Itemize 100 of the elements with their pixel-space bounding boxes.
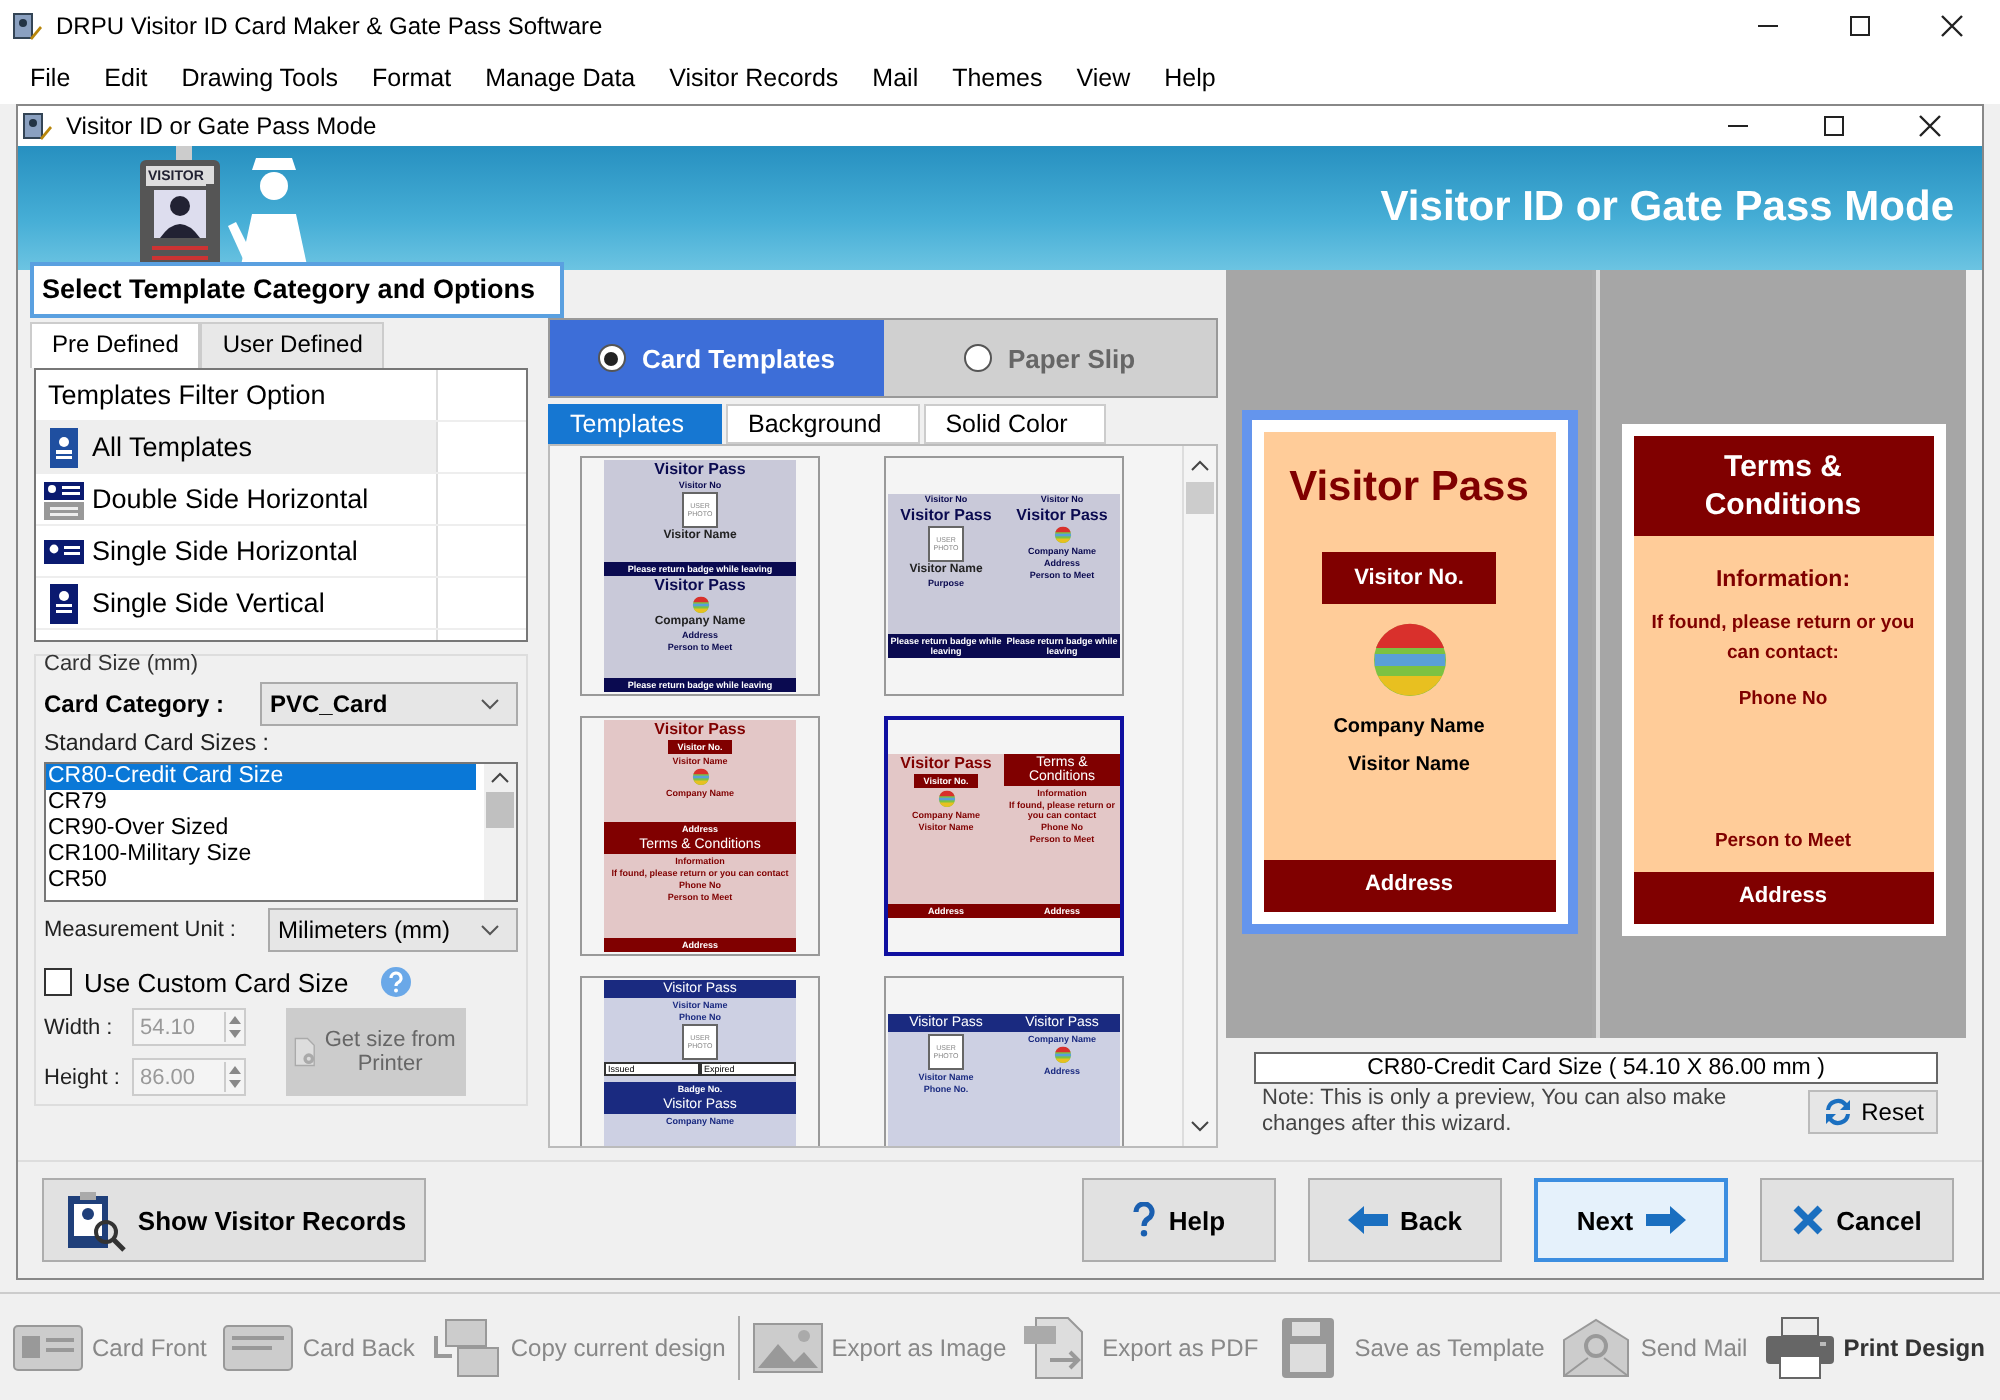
card-text: Company Name	[1333, 716, 1485, 738]
next-button[interactable]: Next	[1534, 1178, 1728, 1262]
arrow-left-icon	[1347, 1206, 1388, 1234]
card-title: Visitor Pass	[898, 754, 994, 772]
globe-logo-icon	[691, 596, 709, 614]
list-item[interactable]: CR80-Credit Card Size	[46, 764, 476, 790]
maximize-icon[interactable]	[1848, 14, 1872, 38]
list-header: Templates Filter Option	[48, 380, 326, 410]
card-footer: Address	[1633, 872, 1933, 924]
field-label: Width :	[44, 1015, 115, 1039]
chevron-down-icon[interactable]	[1190, 1118, 1210, 1134]
toolbar-button[interactable]: Print Design	[1759, 1315, 1989, 1379]
tab[interactable]: Pre Defined	[30, 322, 201, 368]
card-badge: Visitor No.	[1322, 552, 1496, 604]
spin-arrows-icon[interactable]	[224, 1012, 244, 1042]
list-item[interactable]: CR100-Military Size	[46, 842, 484, 868]
filter-option[interactable]: Double Side Horizontal	[36, 474, 526, 526]
chevron-down-icon	[480, 698, 500, 710]
card-title: Visitor Pass	[652, 576, 748, 594]
tab[interactable]: Background	[725, 404, 920, 444]
category-dropdown[interactable]: PVC_Card	[260, 682, 518, 726]
maximize-icon[interactable]	[1822, 114, 1846, 138]
card-title: Visitor Pass	[652, 720, 748, 738]
menu-item[interactable]: Mail	[872, 64, 919, 92]
show-records-button[interactable]: Show Visitor Records	[42, 1178, 426, 1262]
mode-option[interactable]: Card Templates	[550, 320, 883, 396]
list-item[interactable]: CR79	[46, 790, 484, 816]
close-icon[interactable]	[1940, 14, 1964, 38]
menu-item[interactable]: Manage Data	[485, 64, 636, 92]
globe-logo-icon	[1369, 620, 1449, 700]
cancel-button[interactable]: Cancel	[1760, 1178, 1954, 1262]
group-label: Card Size (mm)	[44, 652, 201, 676]
menu-item[interactable]: Help	[1164, 64, 1216, 92]
unit-dropdown[interactable]: Milimeters (mm)	[268, 908, 518, 952]
globe-logo-icon	[691, 768, 709, 786]
card-text: Person to Meet	[1712, 828, 1854, 856]
card-text: Information:	[1715, 568, 1851, 592]
app-icon	[12, 10, 44, 42]
printer-icon	[1763, 1315, 1836, 1379]
arrow-right-icon	[1645, 1206, 1686, 1234]
dialog-title: Visitor ID or Gate Pass Mode	[66, 112, 377, 140]
menu-item[interactable]: Themes	[952, 64, 1043, 92]
checkbox[interactable]	[44, 968, 72, 996]
scrollbar[interactable]	[484, 764, 516, 900]
spin-arrows-icon[interactable]	[224, 1062, 244, 1092]
help-icon	[1132, 1202, 1157, 1238]
list-item[interactable]: CR90-Over Sized	[46, 816, 484, 842]
menu-item[interactable]: File	[30, 64, 71, 92]
field-label: Measurement Unit :	[44, 918, 238, 942]
globe-logo-icon	[1053, 1046, 1071, 1064]
card-title: Visitor Pass	[898, 506, 994, 524]
field-label: Card Category :	[44, 690, 227, 718]
card-front-preview[interactable]: Visitor Pass Visitor No. Company Name Visitor Name Address	[1241, 410, 1577, 934]
card-title: Visitor Pass	[1289, 464, 1529, 512]
window-title: DRPU Visitor ID Card Maker & Gate Pass Software	[56, 12, 603, 40]
card-back-preview[interactable]: Terms & Conditions Information: If found, please return or you can contact: Phone No Person to Meet Address	[1621, 424, 1945, 936]
banner-title: Visitor ID or Gate Pass Mode	[1380, 184, 1954, 232]
tab[interactable]: Solid Color	[923, 404, 1106, 444]
card-title: Visitor Pass	[652, 460, 748, 478]
filter-option[interactable]: Single Side Horizontal	[36, 526, 526, 578]
globe-logo-icon	[937, 790, 955, 808]
scrollbar-thumb[interactable]	[1186, 482, 1214, 514]
chevron-up-icon[interactable]	[1190, 458, 1210, 474]
preview-note: Note: This is only a preview, You can also make changes after this wizard.	[1262, 1086, 1729, 1138]
card-title: Visitor Pass	[1014, 506, 1110, 524]
mode-option[interactable]: Paper Slip	[883, 320, 1216, 396]
chevron-up-icon[interactable]	[490, 770, 510, 786]
filter-option[interactable]: All Templates	[36, 422, 526, 474]
close-icon	[1792, 1204, 1825, 1236]
menu-item[interactable]: View	[1076, 64, 1131, 92]
tab[interactable]: User Defined	[200, 322, 385, 368]
close-icon[interactable]	[1918, 114, 1942, 138]
card-size-list[interactable]: CR80-Credit Card Size CR79 CR90-Over Sized CR100-Military Size CR50	[44, 762, 518, 902]
list-item[interactable]: CR50	[46, 868, 484, 894]
globe-logo-icon	[1053, 526, 1071, 544]
menu-item[interactable]: Drawing Tools	[181, 64, 338, 92]
menu-item[interactable]: Format	[371, 64, 452, 92]
menu-item[interactable]: Edit	[104, 64, 148, 92]
card-text: If found, please return or you can contact:	[1649, 610, 1917, 668]
help-button[interactable]: Help	[1082, 1178, 1276, 1262]
filter-option[interactable]: Single Side Vertical	[36, 578, 526, 630]
card-text: Phone No	[1736, 686, 1830, 714]
scrollbar-thumb[interactable]	[486, 792, 514, 828]
scrollbar[interactable]	[1182, 446, 1216, 1146]
field-label: Height :	[44, 1065, 122, 1089]
refresh-icon	[1821, 1096, 1854, 1128]
app-icon	[22, 110, 54, 142]
chevron-down-icon	[480, 924, 500, 936]
checkbox-label[interactable]: Use Custom Card Size	[84, 967, 349, 997]
copy-cards-icon	[430, 1315, 503, 1379]
card-footer: Address	[1263, 860, 1555, 912]
card-text: Visitor Name	[1348, 754, 1470, 776]
size-caption: CR80-Credit Card Size ( 54.10 X 86.00 mm )	[1254, 1052, 1938, 1084]
card-header: Terms & Conditions	[1633, 436, 1933, 536]
reset-button[interactable]: Reset	[1807, 1090, 1938, 1134]
back-button[interactable]: Back	[1308, 1178, 1502, 1262]
menu-item[interactable]: Visitor Records	[669, 64, 839, 92]
get-size-button[interactable]: Get size from Printer	[286, 1008, 466, 1096]
tab[interactable]: Templates	[548, 404, 722, 444]
card-layout-icon	[42, 477, 86, 521]
